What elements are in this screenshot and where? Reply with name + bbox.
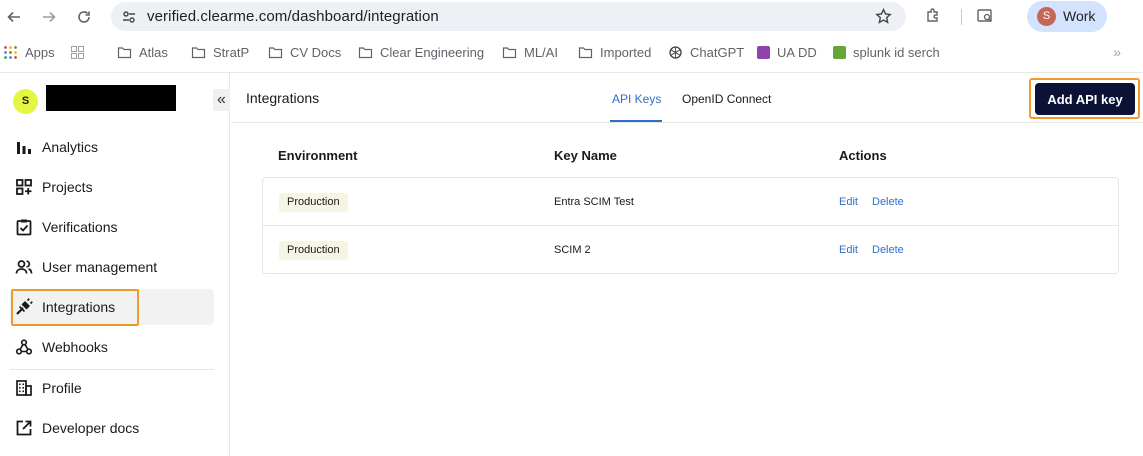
bookmark-folder-atlas[interactable]: Atlas [117, 43, 168, 61]
profile-avatar: S [1037, 7, 1056, 26]
reload-icon [78, 11, 90, 23]
environment-badge: Production [279, 193, 348, 212]
sidebar-item-profile[interactable]: Profile [10, 370, 214, 406]
address-bar[interactable]: verified.clearme.com/dashboard/integrati… [111, 2, 906, 31]
bookmark-ua-dd[interactable]: UA DD [757, 43, 817, 61]
arrow-left-icon [7, 11, 20, 23]
table-row: Production SCIM 2 Edit Delete [263, 226, 1118, 274]
add-api-key-button[interactable]: Add API key [1035, 83, 1135, 115]
sidebar-item-user-management[interactable]: User management [10, 249, 214, 285]
back-button[interactable] [2, 5, 26, 29]
sidebar-item-label: Developer docs [42, 420, 140, 436]
bookmark-apps[interactable]: Apps [3, 43, 55, 61]
main-content: Integrations API Keys OpenID Connect Add… [231, 73, 1143, 456]
tab-api-keys[interactable]: API Keys [612, 92, 661, 106]
bookmark-tab-groups[interactable] [70, 43, 92, 61]
org-avatar[interactable]: S [13, 89, 38, 114]
bookmark-label: UA DD [777, 44, 817, 60]
webhook-icon [15, 339, 33, 355]
bookmark-folder-cv-docs[interactable]: CV Docs [268, 43, 341, 61]
bookmark-label: CV Docs [290, 44, 342, 60]
org-name-redacted [46, 85, 176, 111]
bookmark-folder-stratp[interactable]: StratP [191, 43, 249, 61]
key-name: SCIM 2 [554, 244, 591, 256]
profile-label: Work [1063, 8, 1096, 24]
table-row: Production Entra SCIM Test Edit Delete [263, 178, 1118, 226]
api-keys-table: Production Entra SCIM Test Edit Delete P… [262, 177, 1119, 274]
toolbar-separator [961, 9, 962, 25]
splunk-favicon [833, 45, 846, 59]
url-text[interactable]: verified.clearme.com/dashboard/integrati… [147, 8, 439, 25]
sidebar-item-label: Webhooks [42, 339, 108, 355]
sidebar-item-webhooks[interactable]: Webhooks [10, 329, 214, 365]
arrow-right-icon [43, 11, 56, 23]
sidebar-item-label: Verifications [42, 219, 118, 235]
folder-icon [191, 46, 206, 58]
tab-groups-icon [71, 45, 84, 59]
delete-link[interactable]: Delete [872, 244, 904, 256]
edit-link[interactable]: Edit [839, 196, 858, 208]
bookmark-folder-imported[interactable]: Imported [578, 43, 651, 61]
sidebar: S « Analytics Projects Verifications Use… [0, 73, 230, 456]
bookmark-label: Atlas [139, 44, 168, 60]
tab-openid-connect[interactable]: OpenID Connect [682, 92, 771, 106]
bookmark-label: StratP [213, 44, 250, 60]
site-settings-icon[interactable] [121, 9, 137, 25]
folder-icon [358, 46, 373, 58]
sidebar-item-label: User management [42, 259, 158, 275]
bookmark-star-icon[interactable] [875, 8, 892, 25]
delete-link[interactable]: Delete [872, 196, 904, 208]
environment-badge: Production [279, 241, 348, 260]
grid-plus-icon [16, 179, 32, 195]
bookmark-label: ChatGPT [690, 44, 745, 60]
bookmarks-overflow-button[interactable]: » [1113, 44, 1121, 60]
sidebar-item-projects[interactable]: Projects [10, 169, 214, 205]
bookmark-label: ML/AI [524, 44, 558, 60]
users-icon [15, 260, 33, 274]
forward-button[interactable] [37, 5, 61, 29]
collapse-sidebar-button[interactable]: « [213, 89, 230, 111]
bookmarks-bar: Apps Atlas StratP CV Docs Clear Engineer… [0, 38, 1143, 66]
bookmark-folder-clear-engineering[interactable]: Clear Engineering [358, 43, 484, 61]
bookmark-label: Apps [25, 44, 55, 60]
purple-favicon [757, 45, 770, 59]
sidebar-item-developer-docs[interactable]: Developer docs [10, 410, 214, 446]
folder-icon [578, 46, 593, 58]
extensions-icon[interactable] [924, 7, 942, 25]
integrations-highlight-outline [11, 289, 139, 326]
edit-link[interactable]: Edit [839, 244, 858, 256]
bar-chart-icon [17, 142, 31, 154]
bookmark-label: Clear Engineering [380, 44, 485, 60]
folder-icon [117, 46, 132, 58]
sidebar-item-verifications[interactable]: Verifications [10, 209, 214, 245]
page-header: Integrations API Keys OpenID Connect Add… [231, 73, 1143, 123]
folder-icon [502, 46, 517, 58]
clipboard-check-icon [16, 219, 32, 236]
column-header-key-name: Key Name [554, 148, 617, 163]
sidebar-item-label: Analytics [42, 139, 99, 155]
column-header-environment: Environment [278, 148, 358, 163]
dashboard-app: S « Analytics Projects Verifications Use… [0, 72, 1143, 456]
reading-mode-icon[interactable] [976, 7, 994, 25]
browser-toolbar: verified.clearme.com/dashboard/integrati… [0, 0, 1143, 34]
bookmark-label: splunk id serch [853, 44, 940, 60]
building-icon [16, 380, 32, 396]
bookmark-splunk[interactable]: splunk id serch [833, 43, 940, 61]
bookmark-label: Imported [600, 44, 652, 60]
external-link-icon [16, 420, 32, 436]
column-header-actions: Actions [839, 148, 887, 163]
bookmark-folder-ml-ai[interactable]: ML/AI [502, 43, 558, 61]
page-title: Integrations [246, 90, 320, 106]
reload-button[interactable] [72, 5, 96, 29]
openai-icon [669, 45, 682, 59]
sidebar-item-label: Profile [42, 380, 82, 396]
sidebar-item-label: Projects [42, 179, 93, 195]
folder-icon [268, 46, 283, 58]
profile-button[interactable]: S Work [1027, 1, 1107, 32]
key-name: Entra SCIM Test [554, 196, 634, 208]
sidebar-item-analytics[interactable]: Analytics [10, 129, 214, 165]
apps-grid-icon [4, 45, 17, 59]
active-tab-indicator [610, 120, 662, 122]
bookmark-chatgpt[interactable]: ChatGPT [668, 43, 744, 61]
